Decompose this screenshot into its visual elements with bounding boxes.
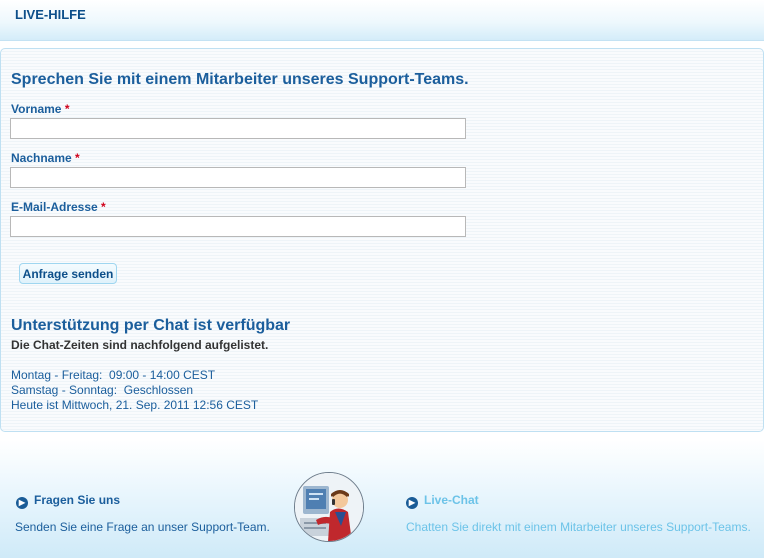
- chat-availability-title: Unterstützung per Chat ist verfügbar: [11, 317, 291, 334]
- current-date-time: Heute ist Mittwoch, 21. Sep. 2011 12:56 …: [11, 398, 259, 412]
- last-name-label: Nachname *: [11, 151, 80, 165]
- required-marker: *: [75, 151, 80, 165]
- required-marker: *: [101, 200, 106, 214]
- support-agent-avatar: [294, 472, 364, 542]
- page-header: LIVE-HILFE: [0, 0, 764, 41]
- send-request-button[interactable]: Anfrage senden: [19, 263, 117, 284]
- page-title: LIVE-HILFE: [15, 7, 86, 22]
- ask-us-description: Senden Sie eine Frage an unser Support-T…: [15, 520, 270, 534]
- live-chat-description: Chatten Sie direkt mit einem Mitarbeiter…: [406, 520, 751, 534]
- chevron-right-icon: ▶: [406, 497, 418, 509]
- contact-panel: Sprechen Sie mit einem Mitarbeiter unser…: [0, 48, 764, 432]
- first-name-input[interactable]: [10, 118, 466, 139]
- required-marker: *: [64, 102, 70, 116]
- email-label-text: E-Mail-Adresse: [11, 200, 98, 214]
- form-title: Sprechen Sie mit einem Mitarbeiter unser…: [11, 71, 469, 88]
- live-chat-label: Live-Chat: [424, 493, 479, 507]
- last-name-input[interactable]: [10, 167, 466, 188]
- email-input[interactable]: [10, 216, 466, 237]
- chat-hours-subtitle: Die Chat-Zeiten sind nachfolgend aufgeli…: [11, 338, 269, 352]
- hours-weekdays: Montag - Freitag: 09:00 - 14:00 CEST: [11, 368, 216, 382]
- ask-us-label: Fragen Sie uns: [34, 493, 121, 507]
- first-name-label: Vorname *: [11, 102, 69, 116]
- first-name-label-text: Vorname: [11, 102, 62, 116]
- email-label: E-Mail-Adresse *: [11, 200, 106, 214]
- hours-weekend: Samstag - Sonntag: Geschlossen: [11, 383, 194, 397]
- ask-us-link[interactable]: ▶ Fragen Sie uns: [16, 493, 120, 509]
- chevron-right-icon: ▶: [16, 497, 28, 509]
- last-name-label-text: Nachname: [11, 151, 72, 165]
- live-chat-link[interactable]: ▶ Live-Chat: [406, 493, 479, 509]
